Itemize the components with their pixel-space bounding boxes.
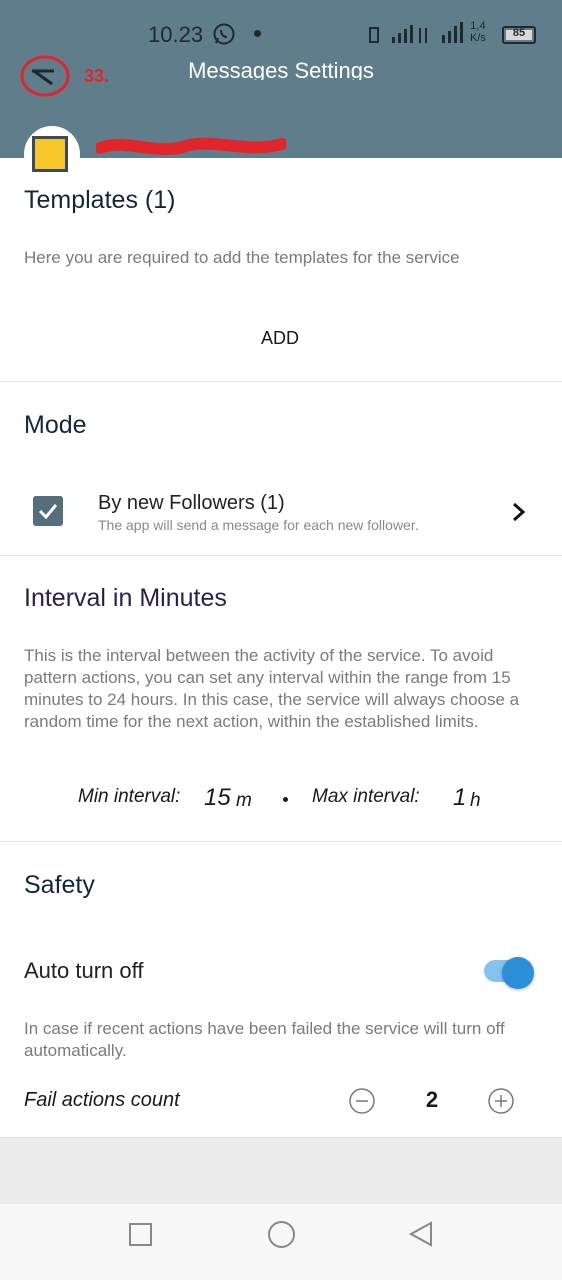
templates-title: Templates (1) bbox=[24, 186, 176, 214]
speed-value: 1,4 bbox=[470, 20, 486, 32]
page-title: Messages Settings bbox=[188, 58, 374, 80]
battery-indicator: 85 bbox=[502, 26, 536, 44]
nav-home-icon[interactable] bbox=[268, 1221, 295, 1248]
fail-actions-value: 2 bbox=[425, 1087, 439, 1112]
minus-circle-icon[interactable] bbox=[349, 1088, 375, 1114]
min-interval-value[interactable]: 15 bbox=[204, 784, 231, 812]
max-interval-unit: h bbox=[470, 790, 481, 811]
app-bar: 10.23 1,4 K/s 85 33. Messages Settings bbox=[0, 0, 562, 182]
divider bbox=[0, 381, 562, 382]
fail-actions-label: Fail actions count bbox=[24, 1089, 180, 1111]
status-notification-dot bbox=[254, 30, 261, 37]
nav-recents-icon[interactable] bbox=[129, 1223, 152, 1246]
divider bbox=[0, 555, 562, 556]
interval-title: Interval in Minutes bbox=[24, 584, 227, 612]
min-interval-label: Min interval: bbox=[78, 786, 181, 807]
toggle-knob[interactable] bbox=[502, 957, 534, 989]
nav-back-icon[interactable] bbox=[408, 1220, 434, 1248]
plus-circle-icon[interactable] bbox=[488, 1088, 514, 1114]
checkbox-checked-icon[interactable] bbox=[33, 496, 63, 526]
redacted-username bbox=[96, 137, 286, 156]
avatar bbox=[24, 126, 80, 182]
bottom-spacer bbox=[0, 1137, 562, 1204]
network-speed: 1,4 K/s bbox=[470, 20, 486, 44]
max-interval-label: Max interval: bbox=[312, 786, 420, 807]
auto-turn-off-label: Auto turn off bbox=[24, 958, 144, 983]
interval-description: This is the interval between the activit… bbox=[24, 646, 520, 731]
templates-description: Here you are required to add the templat… bbox=[24, 248, 460, 267]
max-interval-value[interactable]: 1 bbox=[453, 784, 466, 812]
speed-unit: K/s bbox=[470, 32, 486, 44]
chevron-right-icon[interactable] bbox=[508, 500, 530, 524]
status-time: 10.23 bbox=[148, 22, 204, 47]
mode-option-title: By new Followers (1) bbox=[98, 492, 285, 514]
battery-level: 85 bbox=[512, 27, 526, 39]
mode-option-subtitle: The app will send a message for each new… bbox=[98, 517, 419, 533]
safety-title: Safety bbox=[24, 871, 95, 899]
divider bbox=[0, 841, 562, 842]
add-template-button[interactable]: ADD bbox=[230, 316, 330, 360]
mode-title: Mode bbox=[24, 411, 87, 439]
safety-description: In case if recent actions have been fail… bbox=[24, 1019, 505, 1060]
min-interval-unit: m bbox=[236, 790, 252, 811]
separator-dot bbox=[283, 797, 288, 802]
whatsapp-icon bbox=[213, 23, 235, 45]
